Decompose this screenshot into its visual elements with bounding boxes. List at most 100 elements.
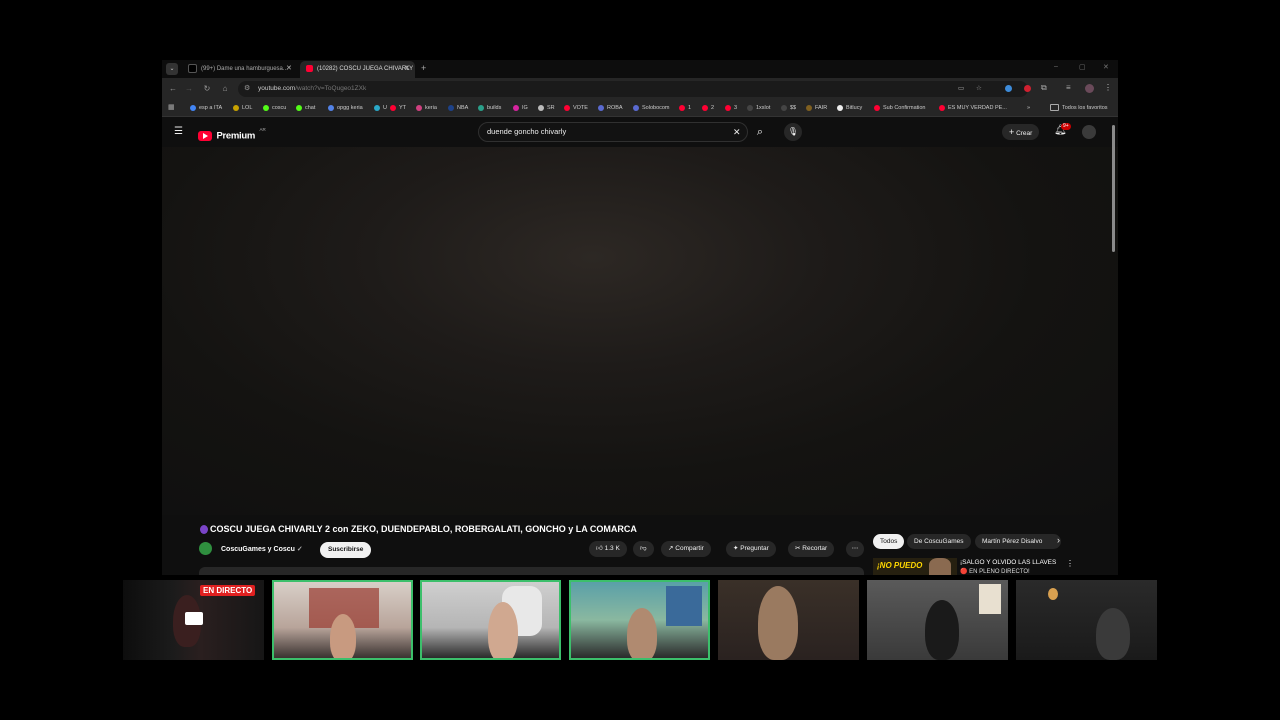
- poster: [666, 586, 702, 626]
- bookmark-item[interactable]: opgg keria: [328, 100, 363, 116]
- site-info-icon[interactable]: ⚙: [244, 81, 250, 97]
- person: [758, 586, 798, 660]
- bookmark-item[interactable]: U: [374, 100, 387, 116]
- bookmarks-overflow-button[interactable]: »: [1027, 100, 1030, 116]
- ask-button[interactable]: ✦ Preguntar: [726, 541, 776, 557]
- recommended-title[interactable]: ¡SALGO Y OLVIDO LAS LLAVES: [960, 559, 1056, 566]
- webcam-2: [420, 580, 561, 660]
- profile-avatar[interactable]: [1085, 84, 1094, 93]
- youtube-icon: [679, 104, 685, 111]
- bookmark-item[interactable]: YT: [390, 100, 406, 116]
- all-bookmarks-folder[interactable]: Todos los favoritos: [1050, 100, 1108, 116]
- chip-de-coscugames[interactable]: De CoscuGames: [907, 534, 971, 549]
- bookmark-item[interactable]: ES MUY VERDAD PE...: [939, 100, 1007, 116]
- reload-icon[interactable]: ↻: [200, 78, 214, 100]
- keria-icon: [416, 104, 422, 111]
- more-actions-icon[interactable]: ⋯: [846, 541, 864, 557]
- bookmark-item[interactable]: LOL: [233, 100, 252, 116]
- close-window-icon[interactable]: ✕: [1103, 63, 1109, 71]
- chips-next-icon[interactable]: ›: [1057, 535, 1060, 545]
- minimize-icon[interactable]: –: [1054, 63, 1058, 70]
- tiktok-icon: [188, 63, 197, 73]
- sparkle-icon: ✦: [733, 545, 739, 552]
- bookmark-item[interactable]: ROBA: [598, 100, 623, 116]
- create-button[interactable]: + Crear: [1002, 124, 1040, 140]
- channel-name[interactable]: CoscuGames y Coscu ✓: [221, 545, 303, 553]
- scrollbar[interactable]: [1112, 125, 1115, 252]
- url-host: youtube.com: [258, 85, 296, 92]
- new-tab-button[interactable]: +: [421, 63, 426, 73]
- channel-avatar[interactable]: [199, 542, 212, 555]
- bookmark-item[interactable]: NBA: [448, 100, 468, 116]
- tab-coscu[interactable]: (10282) COSCU JUEGA CHIVARLY: [300, 61, 415, 78]
- video-player[interactable]: [162, 147, 1118, 515]
- bookmark-item[interactable]: 3: [725, 100, 737, 116]
- bookmark-item[interactable]: coscu: [263, 100, 286, 116]
- bookmark-item[interactable]: Bitlucy: [837, 100, 862, 116]
- tab-list-button[interactable]: ⌄: [166, 63, 178, 75]
- plus-icon: +: [1009, 127, 1015, 137]
- extensions-puzzle-icon[interactable]: ⧉: [1041, 83, 1047, 93]
- chip-martin-perez[interactable]: Martín Pérez Disalvo: [975, 534, 1061, 549]
- tab-close-icon[interactable]: ✕: [404, 64, 410, 72]
- bookmark-item[interactable]: esp a ITA: [190, 100, 222, 116]
- webcam-1: [272, 580, 413, 660]
- search-button[interactable]: ⌕: [748, 122, 772, 142]
- cast-icon[interactable]: ▭: [958, 81, 964, 97]
- extension-icon[interactable]: [1024, 85, 1031, 92]
- bookmark-star-icon[interactable]: ☆: [976, 81, 982, 97]
- description-box[interactable]: [199, 567, 864, 575]
- clear-search-icon[interactable]: ✕: [733, 123, 741, 141]
- recommended-thumbnail[interactable]: ¡NO PUEDO: [873, 558, 957, 575]
- subscribe-button[interactable]: Suscribirse: [320, 542, 372, 558]
- share-icon: ↗: [668, 545, 674, 552]
- chip-todos[interactable]: Todos: [873, 534, 905, 549]
- webcam-6: [1016, 580, 1157, 660]
- tab-hamburguesa[interactable]: (99+) Dame una hamburguesa...: [182, 61, 297, 78]
- share-button[interactable]: ↗ Compartir: [661, 541, 711, 557]
- opgg-icon: [328, 104, 334, 111]
- bookmark-item[interactable]: SR: [538, 100, 555, 116]
- bookmark-item[interactable]: keria: [416, 100, 437, 116]
- voice-search-icon[interactable]: 🎙: [784, 123, 802, 141]
- bookmark-item[interactable]: Solobocom: [633, 100, 670, 116]
- bookmark-item[interactable]: builds: [478, 100, 501, 116]
- bitlucy-icon: [837, 104, 843, 111]
- search-input[interactable]: duende goncho chivarly ✕: [478, 122, 748, 142]
- address-bar[interactable]: ⚙ youtube.com/watch?v=ToQugeo1ZXk ▭ ☆: [238, 81, 1028, 97]
- bookmark-item[interactable]: IG: [513, 100, 528, 116]
- recommended-menu-icon[interactable]: ⋮: [1066, 559, 1074, 568]
- bookmark-item[interactable]: FAIR: [806, 100, 827, 116]
- bookmark-item[interactable]: 1: [679, 100, 691, 116]
- back-icon[interactable]: ←: [166, 78, 180, 100]
- maximize-icon[interactable]: ▢: [1079, 63, 1086, 71]
- apps-grid-icon[interactable]: ▦: [168, 100, 175, 116]
- youtube-logo[interactable]: Premium AR: [198, 127, 266, 141]
- solobocom-icon: [633, 104, 639, 111]
- home-icon[interactable]: ⌂: [218, 78, 232, 100]
- youtube-icon: [390, 104, 396, 111]
- bookmark-item[interactable]: Sub Confirmation: [874, 100, 926, 116]
- youtube-play-icon: [198, 130, 212, 141]
- bookmark-item[interactable]: VOTE: [564, 100, 588, 116]
- youtube-icon: [874, 104, 880, 111]
- like-button[interactable]: 👍︎ 1.3 K: [589, 541, 627, 557]
- thumbs-down-icon: 👎︎: [640, 545, 647, 552]
- clip-button[interactable]: ✂ Recortar: [788, 541, 835, 557]
- forward-icon[interactable]: →: [182, 78, 196, 100]
- tab-close-icon[interactable]: ✕: [286, 64, 292, 72]
- extension-icon[interactable]: [1005, 85, 1012, 92]
- monitor-icon: [185, 612, 203, 625]
- browser-menu-icon[interactable]: ⋮: [1104, 83, 1112, 92]
- lol-icon: [233, 104, 239, 111]
- user-avatar[interactable]: [1082, 125, 1096, 139]
- bookmark-item[interactable]: 1xslot: [747, 100, 770, 116]
- bookmark-item[interactable]: $$: [781, 100, 796, 116]
- bookmark-item[interactable]: chat: [296, 100, 315, 116]
- hamburger-menu-icon[interactable]: ☰: [174, 126, 183, 137]
- nba-icon: [448, 104, 454, 111]
- dislike-button[interactable]: 👎︎: [633, 541, 654, 557]
- bookmark-item[interactable]: 2: [702, 100, 714, 116]
- media-control-icon[interactable]: ≡: [1066, 83, 1071, 92]
- kick-icon: [296, 104, 302, 111]
